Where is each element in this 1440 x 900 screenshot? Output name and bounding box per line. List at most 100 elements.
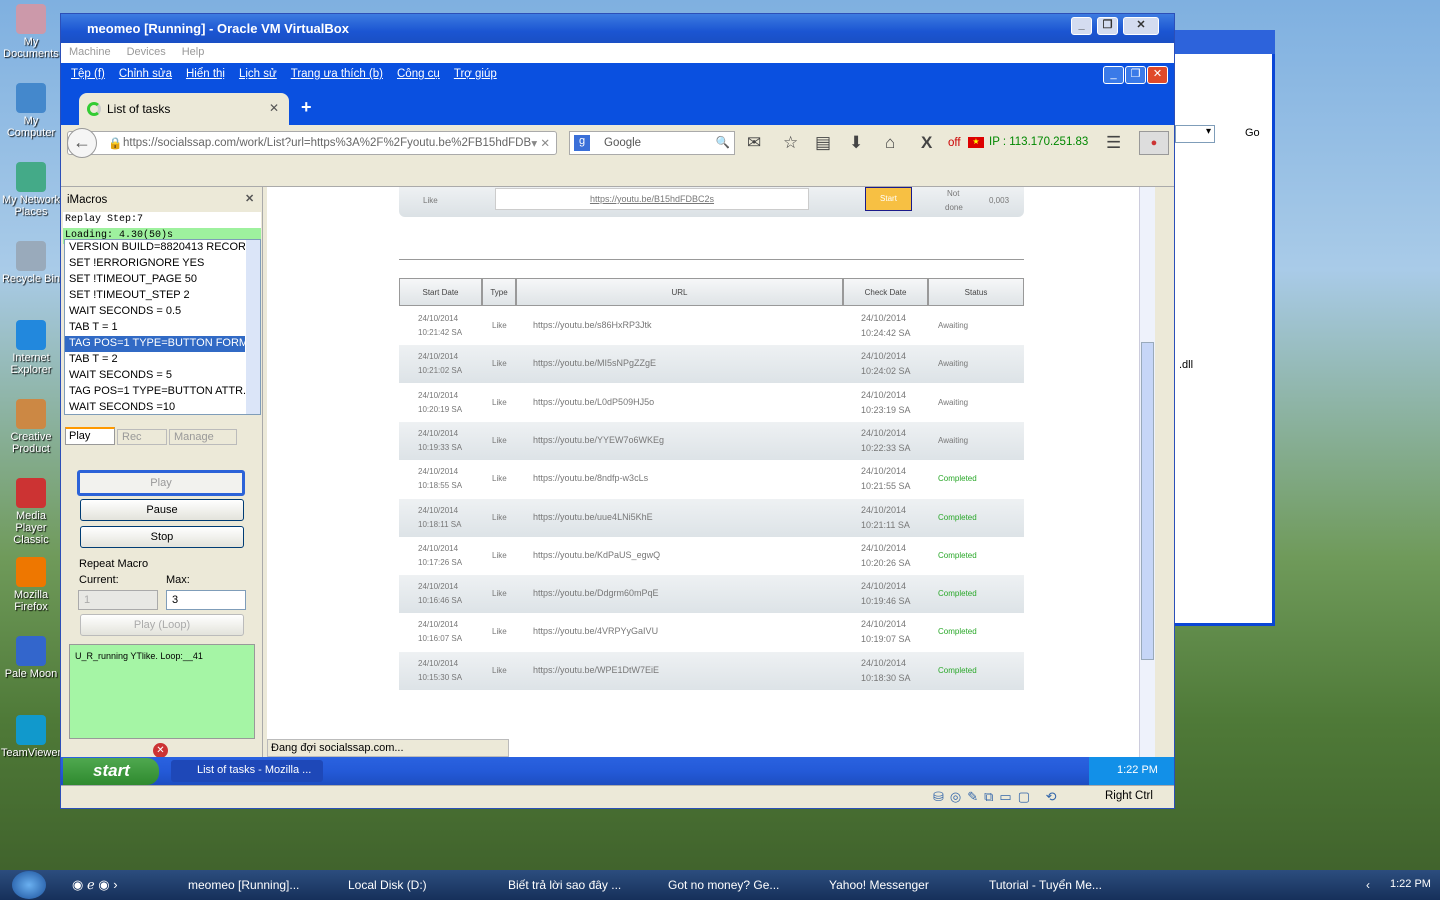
download-icon[interactable]: ⬇ (849, 133, 863, 153)
back-button[interactable]: ← (67, 128, 97, 158)
desktop-icon[interactable]: Internet Explorer (0, 320, 62, 376)
tab-list-of-tasks[interactable]: List of tasks ✕ (79, 93, 289, 125)
imacros-toolbar-icon[interactable]: ● (1139, 131, 1169, 155)
desktop-icon[interactable]: Creative Product (0, 399, 62, 455)
macro-line[interactable]: VERSION BUILD=8820413 RECOR... (65, 240, 245, 256)
desktop-icon[interactable]: Recycle Bin (0, 241, 62, 285)
check-date: 24/10/2014 (861, 581, 907, 592)
row-url[interactable]: https://youtu.be/WPE1DtW7EiE (533, 665, 659, 675)
w7-item-3[interactable]: Tutorial - Tuyển Me... (989, 878, 1102, 892)
vbox-device-icons[interactable]: ⛁◎✎⧉▭▢ ⟲ (933, 789, 1062, 805)
w7-item-2[interactable]: Got no money? Ge... (668, 878, 779, 892)
macro-line[interactable]: TAB T = 2 (65, 352, 245, 368)
search-input[interactable]: Google g 🔍 (569, 131, 735, 155)
macro-lines-list[interactable]: VERSION BUILD=8820413 RECOR... SET !ERROR… (64, 239, 261, 415)
play-button[interactable]: Play (77, 470, 245, 496)
macro-line[interactable]: TAB T = 1 (65, 320, 245, 336)
x-addon-icon[interactable]: X (921, 133, 932, 153)
pause-button[interactable]: Pause (80, 499, 244, 521)
page-scrollbar[interactable] (1139, 187, 1155, 757)
start-button[interactable]: Start (865, 187, 912, 211)
row-url[interactable]: https://youtu.be/KdPaUS_egwQ (533, 550, 660, 560)
desktop-icon[interactable]: Media Player Classic (0, 478, 62, 546)
desktop-icon[interactable]: Mozilla Firefox (0, 557, 62, 613)
w7-item-vbox[interactable]: meomeo [Running]... (188, 878, 299, 892)
ff-close[interactable]: ✕ (1147, 66, 1168, 84)
go-button[interactable]: Go (1221, 125, 1273, 143)
menu-machine[interactable]: Machine (69, 46, 111, 58)
ff-restore[interactable]: ❐ (1125, 66, 1146, 84)
desktop-icon[interactable]: My Network Places (0, 162, 62, 218)
macro-line[interactable]: SET !TIMEOUT_STEP 2 (65, 288, 245, 304)
row-url[interactable]: https://youtu.be/YYEW7o6WKEg (533, 435, 664, 445)
macro-line[interactable]: WAIT SECONDS =10 (65, 400, 245, 416)
menu-view[interactable]: Hiển thị (186, 68, 225, 80)
bookmark-star-icon[interactable]: ☆ (783, 133, 798, 153)
menu-file[interactable]: Tệp (f) (71, 68, 105, 80)
macro-line[interactable]: TAG POS=1 TYPE=BUTTON ATTR... (65, 384, 245, 400)
background-window[interactable]: ▾ Go .dll (1175, 30, 1275, 626)
row-url[interactable]: https://youtu.be/s86HxRP3Jtk (533, 320, 652, 330)
macro-line[interactable]: WAIT SECONDS = 5 (65, 368, 245, 384)
taskbar-item-firefox[interactable]: List of tasks - Mozilla ... (171, 760, 323, 782)
w7-clock: 1:22 PM (1390, 878, 1431, 890)
start-button[interactable]: start (63, 758, 159, 785)
desktop-icon[interactable]: TeamViewer (0, 715, 62, 759)
scrollbar-thumb[interactable] (1141, 342, 1154, 660)
menu-bookmarks[interactable]: Trang ưa thích (b) (291, 68, 383, 80)
clear-message-icon[interactable]: ✕ (153, 743, 168, 758)
dropdown[interactable]: ▾ (1175, 125, 1215, 143)
home-icon[interactable]: ⌂ (885, 133, 895, 153)
menu-hamburger-icon[interactable]: ☰ (1106, 133, 1121, 153)
new-tab-button[interactable]: + (301, 97, 312, 118)
minimize-button[interactable]: _ (1071, 17, 1092, 35)
menu-help-ff[interactable]: Trợ giúp (454, 68, 497, 80)
play-loop-button[interactable]: Play (Loop) (80, 614, 244, 636)
bookmarks-list-icon[interactable]: ▤ (815, 133, 831, 153)
maximize-button[interactable]: ❐ (1097, 17, 1118, 35)
tab-rec[interactable]: Rec (117, 429, 167, 445)
row-url[interactable]: https://youtu.be/L0dP509HJ5o (533, 397, 654, 407)
table-row: 24/10/2014 10:16:46 SA Like https://yout… (399, 575, 1024, 614)
stop-button[interactable]: Stop (80, 526, 244, 548)
macro-line[interactable]: WAIT SECONDS = 0.5 (65, 304, 245, 320)
menu-history[interactable]: Lịch sử (239, 68, 277, 80)
macro-line[interactable]: TAG POS=1 TYPE=BUTTON FORM... (65, 336, 245, 352)
list-scrollbar[interactable] (246, 240, 260, 414)
w7-item-1[interactable]: Biết trả lời sao đây ... (508, 878, 621, 892)
row-url[interactable]: https://youtu.be/MI5sNPgZZgE (533, 358, 656, 368)
addon-icon[interactable]: ✉ (747, 133, 761, 153)
desktop-icon[interactable]: Pale Moon (0, 636, 62, 680)
row-url[interactable]: https://youtu.be/4VRPYyGaIVU (533, 626, 658, 636)
current-input[interactable]: 1 (78, 590, 158, 610)
url-input[interactable]: https://socialssap.com/work/List?url=htt… (67, 131, 557, 155)
menu-tools[interactable]: Công cụ (397, 68, 440, 80)
tab-manage[interactable]: Manage (169, 429, 237, 445)
w7-item-yahoo[interactable]: Yahoo! Messenger (829, 878, 929, 892)
row-url[interactable]: https://youtu.be/8ndfp-w3cLs (533, 473, 648, 483)
menu-edit[interactable]: Chỉnh sửa (119, 68, 172, 80)
tray-expand-icon[interactable]: ‹ (1366, 878, 1370, 892)
macro-line[interactable]: SET !ERRORIGNORE YES (65, 256, 245, 272)
google-icon[interactable]: g (574, 135, 590, 151)
w7-item-disk[interactable]: Local Disk (D:) (348, 878, 427, 892)
row-url[interactable]: https://youtu.be/Ddgrm60mPqE (533, 588, 659, 598)
sidebar-close-icon[interactable]: ✕ (245, 192, 254, 205)
desktop-icon[interactable]: My Documents (0, 4, 62, 60)
ff-minimize[interactable]: _ (1103, 66, 1124, 84)
windows-orb[interactable] (12, 871, 46, 899)
search-icon[interactable]: 🔍 (716, 135, 730, 149)
macro-line[interactable]: SET !TIMEOUT_PAGE 50 (65, 272, 245, 288)
tab-play[interactable]: Play (65, 427, 115, 445)
close-button[interactable]: ✕ (1123, 17, 1159, 35)
desktop-icon[interactable]: My Computer (0, 83, 62, 139)
quicklaunch-icons[interactable]: ◉ ℯ ◉ › (72, 877, 118, 893)
menu-devices[interactable]: Devices (127, 46, 166, 58)
menu-help[interactable]: Help (182, 46, 205, 58)
url-clear-icon[interactable]: ▾ ✕ (531, 136, 550, 150)
tab-close-icon[interactable]: ✕ (269, 101, 279, 115)
row-url[interactable]: https://youtu.be/uue4LNi5KhE (533, 512, 653, 522)
proxy-state[interactable]: off (948, 137, 961, 149)
max-input[interactable]: 3 (166, 590, 246, 610)
task-url[interactable]: https://youtu.be/B15hdFDBC2s (495, 188, 809, 210)
